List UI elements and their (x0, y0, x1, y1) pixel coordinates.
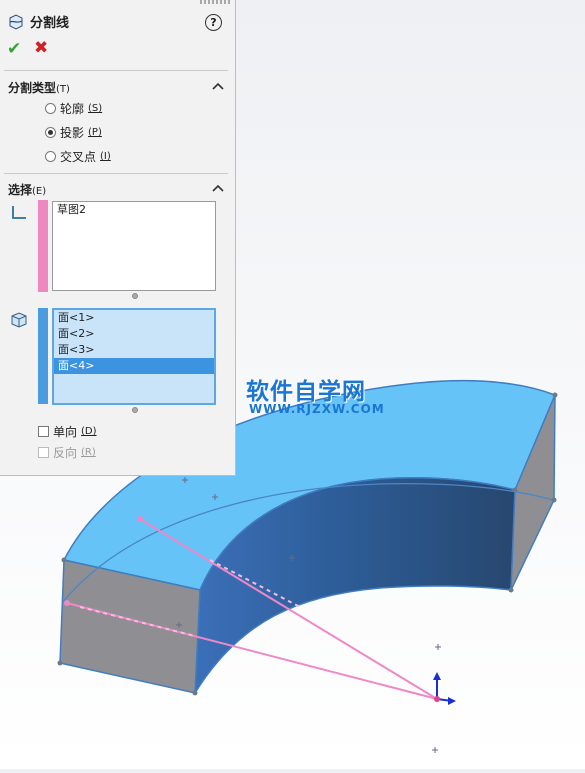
sketch-point[interactable] (64, 600, 70, 606)
radio-key: (P) (88, 127, 102, 138)
radio-button-selected[interactable] (45, 127, 56, 138)
list-resize-handle[interactable] (132, 407, 138, 413)
radio-contour[interactable]: 轮廓 (S) (45, 100, 102, 117)
checkbox-label: 单向 (53, 425, 78, 439)
split-line-icon (9, 13, 23, 30)
selection-heading-key: (E) (32, 186, 47, 197)
watermark-title: 软件自学网 (246, 379, 366, 405)
radio-projection[interactable]: 投影 (P) (45, 124, 102, 141)
list-item[interactable]: 草图2 (53, 202, 215, 218)
sketch-color-bar (38, 200, 48, 292)
sketch-point[interactable] (137, 516, 143, 522)
radio-label: 投影 (60, 126, 85, 140)
selection-heading[interactable]: 选择(E) (8, 181, 46, 198)
radio-key: (S) (88, 103, 103, 114)
split-type-heading[interactable]: 分割类型(T) (8, 79, 70, 96)
origin-triad (433, 672, 456, 705)
radio-button[interactable] (45, 103, 56, 114)
panel-title: 分割线 (30, 16, 70, 31)
cancel-button[interactable]: ✖ (34, 38, 48, 58)
checkbox-disabled (38, 447, 49, 458)
divider (4, 70, 228, 71)
radio-key: (I) (100, 151, 111, 162)
watermark-url: WWW.RJZXW.COM (249, 402, 385, 416)
ok-button[interactable]: ✔ (7, 39, 21, 59)
checkbox-label: 反向 (53, 446, 78, 460)
selection-heading-label: 选择 (8, 183, 33, 197)
list-item[interactable]: 面<1> (54, 310, 214, 326)
panel-header: 分割线 (8, 12, 69, 31)
radio-button[interactable] (45, 151, 56, 162)
divider (4, 173, 228, 174)
list-item-selected[interactable]: 面<4> (54, 358, 214, 374)
face-color-bar (38, 308, 48, 404)
list-resize-handle[interactable] (132, 293, 138, 299)
list-item[interactable]: 面<2> (54, 326, 214, 342)
split-type-heading-label: 分割类型 (8, 81, 57, 95)
face-selection-list[interactable]: 面<1> 面<2> 面<3> 面<4> (52, 308, 216, 405)
reverse-direction-checkbox: 反向 (R) (38, 444, 96, 461)
list-item[interactable]: 面<3> (54, 342, 214, 358)
sketch-icon (12, 206, 26, 219)
checkbox-key: (D) (81, 426, 97, 437)
collapse-caret-icon[interactable] (212, 183, 224, 193)
radio-label: 交叉点 (60, 150, 97, 164)
split-type-heading-key: (T) (56, 84, 70, 95)
face-icon (11, 312, 27, 328)
collapse-caret-icon[interactable] (212, 81, 224, 91)
single-direction-checkbox[interactable]: 单向 (D) (38, 423, 97, 440)
panel-drag-handle[interactable] (200, 0, 230, 4)
radio-intersection[interactable]: 交叉点 (I) (45, 148, 111, 165)
radio-label: 轮廓 (60, 102, 85, 116)
help-button[interactable]: ? (205, 14, 222, 31)
property-manager-panel: 分割线 ? ✔ ✖ 分割类型(T) 轮廓 (S) 投影 (P) 交叉点 (I) 选择(… (0, 0, 236, 476)
checkbox[interactable] (38, 426, 49, 437)
checkbox-key: (R) (81, 447, 96, 458)
sketch-selection-list[interactable]: 草图2 (52, 201, 216, 291)
